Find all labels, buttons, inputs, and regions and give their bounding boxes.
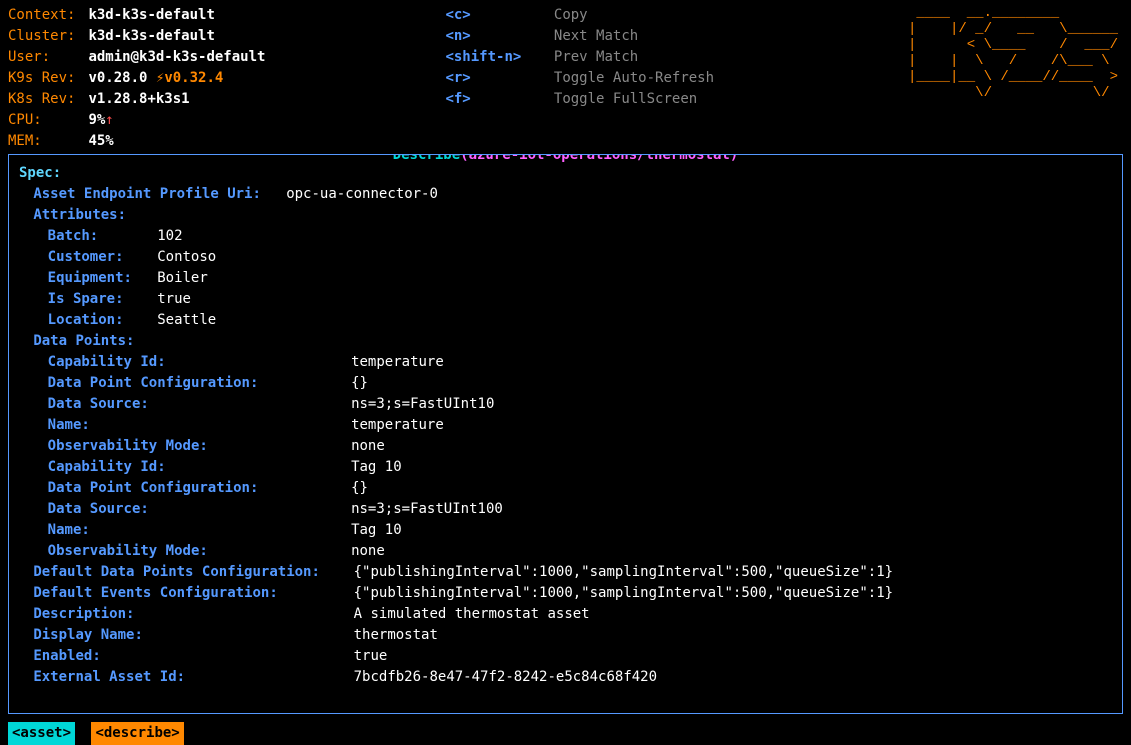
cpu-arrow-icon: ↑ [105,112,113,128]
dpc-label-1: Data Point Configuration: [48,478,351,499]
obs-label-0: Observability Mode: [48,436,351,457]
aep-value: opc-ua-connector-0 [286,186,438,202]
equipment-label: Equipment: [48,268,141,289]
dp-label: Data Points: [33,333,134,349]
spec-title: Spec: [19,165,61,181]
panel-title-word: Describe [393,154,460,163]
mem-value: 45% [88,133,113,149]
cluster-label: Cluster: [8,26,80,47]
cluster-value: k3d-k3s-default [88,28,214,44]
dpc-value-1: {} [351,480,368,496]
name-value-1: Tag 10 [351,522,402,538]
customer-value: Contoso [157,249,216,265]
shortcut-key-fullscreen: <f> [445,89,545,110]
aep-label: Asset Endpoint Profile Uri: [33,184,269,205]
ds-label-0: Data Source: [48,394,351,415]
dpc-value-0: {} [351,375,368,391]
obs-label-1: Observability Mode: [48,541,351,562]
cluster-info: Context: k3d-k3s-default Cluster: k3d-k3… [8,5,265,152]
name-value-0: temperature [351,417,444,433]
k9srev-label: K9s Rev: [8,68,80,89]
ddpc-value: {"publishingInterval":1000,"samplingInte… [354,564,893,580]
shortcut-key-prev: <shift-n> [445,47,545,68]
ddpc-label: Default Data Points Configuration: [33,562,353,583]
mem-label: MEM: [8,131,80,152]
describe-panel[interactable]: Describe(azure-iot-operations/thermostat… [8,154,1123,714]
k8srev-label: K8s Rev: [8,89,80,110]
k9srev-upgrade: ⚡v0.32.4 [156,70,223,86]
breadcrumb-describe[interactable]: <describe> [91,722,183,745]
spec-content: Spec: Asset Endpoint Profile Uri: opc-ua… [19,163,1112,688]
shortcut-key-copy: <c> [445,5,545,26]
shortcut-desc-fullscreen: Toggle FullScreen [554,91,697,107]
shortcut-key-refresh: <r> [445,68,545,89]
disp-value: thermostat [354,627,438,643]
spare-label: Is Spare: [48,289,141,310]
cap-label-1: Capability Id: [48,457,351,478]
breadcrumb-asset[interactable]: <asset> [8,722,75,745]
cap-value-1: Tag 10 [351,459,402,475]
desc-value: A simulated thermostat asset [354,606,590,622]
panel-title-open: ( [460,154,468,163]
ds-value-0: ns=3;s=FastUInt10 [351,396,494,412]
disp-label: Display Name: [33,625,353,646]
shortcut-desc-prev: Prev Match [554,49,638,65]
batch-label: Batch: [48,226,141,247]
k9s-logo-icon: ____ __.________ | |/ _/ __ \______ | < … [908,5,1118,102]
enabled-value: true [354,648,388,664]
spare-value: true [157,291,191,307]
k8srev-value: v1.28.8+k3s1 [88,91,189,107]
ds-value-1: ns=3;s=FastUInt100 [351,501,503,517]
panel-title-close: ) [730,154,738,163]
ext-value: 7bcdfb26-8e47-47f2-8242-e5c84c68f420 [354,669,657,685]
batch-value: 102 [157,228,182,244]
cap-label-0: Capability Id: [48,352,351,373]
shortcut-desc-refresh: Toggle Auto-Refresh [554,70,714,86]
cpu-label: CPU: [8,110,80,131]
name-label-0: Name: [48,415,351,436]
shortcut-desc-next: Next Match [554,28,638,44]
k9srev-value: v0.28.0 [88,70,147,86]
header: Context: k3d-k3s-default Cluster: k3d-k3… [8,5,1123,152]
customer-label: Customer: [48,247,141,268]
dec-label: Default Events Configuration: [33,583,353,604]
user-value: admin@k3d-k3s-default [88,49,265,65]
dpc-label-0: Data Point Configuration: [48,373,351,394]
equipment-value: Boiler [157,270,208,286]
location-label: Location: [48,310,141,331]
dec-value: {"publishingInterval":1000,"samplingInte… [354,585,893,601]
ext-label: External Asset Id: [33,667,353,688]
shortcuts: <c> Copy <n> Next Match <shift-n> Prev M… [445,5,714,152]
shortcut-desc-copy: Copy [554,7,588,23]
ds-label-1: Data Source: [48,499,351,520]
attr-label: Attributes: [33,207,126,223]
obs-value-1: none [351,543,385,559]
cpu-value: 9% [88,112,105,128]
panel-title: Describe(azure-iot-operations/thermostat… [387,154,745,166]
user-label: User: [8,47,80,68]
obs-value-0: none [351,438,385,454]
cap-value-0: temperature [351,354,444,370]
shortcut-key-next: <n> [445,26,545,47]
name-label-1: Name: [48,520,351,541]
context-value: k3d-k3s-default [88,7,214,23]
location-value: Seattle [157,312,216,328]
panel-title-resource: azure-iot-operations/thermostat [469,154,730,163]
desc-label: Description: [33,604,353,625]
enabled-label: Enabled: [33,646,353,667]
breadcrumbs: <asset> <describe> [8,722,1123,745]
context-label: Context: [8,5,80,26]
